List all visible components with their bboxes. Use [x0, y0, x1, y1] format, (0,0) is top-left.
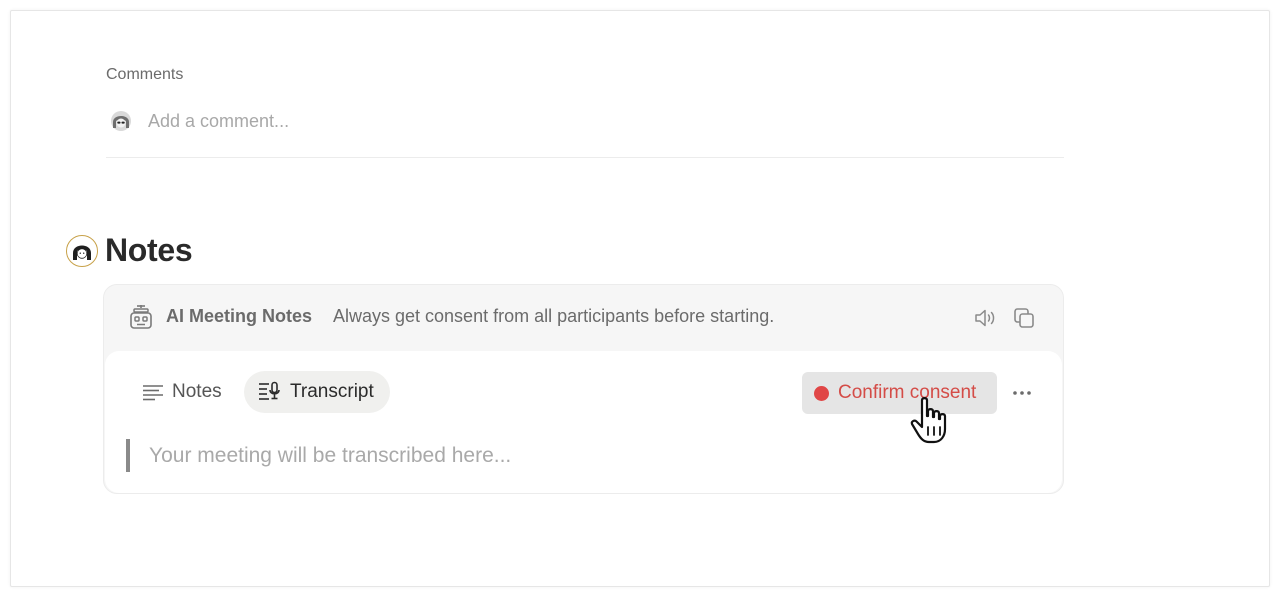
- tab-notes-label: Notes: [172, 381, 222, 402]
- speaker-icon[interactable]: [972, 305, 998, 331]
- tab-transcript-label: Transcript: [290, 381, 374, 402]
- tab-notes[interactable]: Notes: [130, 371, 234, 413]
- ai-meeting-notes-card: AI Meeting Notes Always get consent from…: [103, 284, 1064, 494]
- record-dot-icon: [814, 385, 829, 401]
- card-subtitle: Always get consent from all participants…: [333, 306, 775, 326]
- robot-icon: [129, 304, 153, 330]
- transcript-placeholder: Your meeting will be transcribed here...: [149, 443, 512, 467]
- more-icon[interactable]: [1009, 381, 1035, 405]
- tab-transcript[interactable]: Transcript: [244, 371, 390, 413]
- notes-header: Notes: [66, 232, 193, 269]
- card-header: AI Meeting Notes Always get consent from…: [104, 285, 1063, 349]
- confirm-consent-label: Confirm consent: [838, 382, 977, 403]
- card-body: Notes Transcript Confirm consent Your me…: [105, 351, 1062, 493]
- comments-divider: [106, 157, 1064, 158]
- quote-bar: [126, 439, 130, 472]
- transcript-icon: [259, 381, 280, 400]
- confirm-consent-button[interactable]: Confirm consent: [802, 372, 997, 414]
- comment-row: [106, 104, 1064, 138]
- comment-input[interactable]: [148, 110, 848, 132]
- transcript-area[interactable]: Your meeting will be transcribed here...: [126, 439, 511, 472]
- lines-icon: [143, 385, 163, 401]
- notes-avatar-icon: [66, 234, 98, 267]
- card-title: AI Meeting Notes: [166, 306, 313, 326]
- notes-title: Notes: [105, 232, 193, 268]
- copy-icon[interactable]: [1011, 305, 1037, 331]
- user-avatar-icon: [106, 106, 136, 136]
- comments-heading: Comments: [106, 66, 184, 83]
